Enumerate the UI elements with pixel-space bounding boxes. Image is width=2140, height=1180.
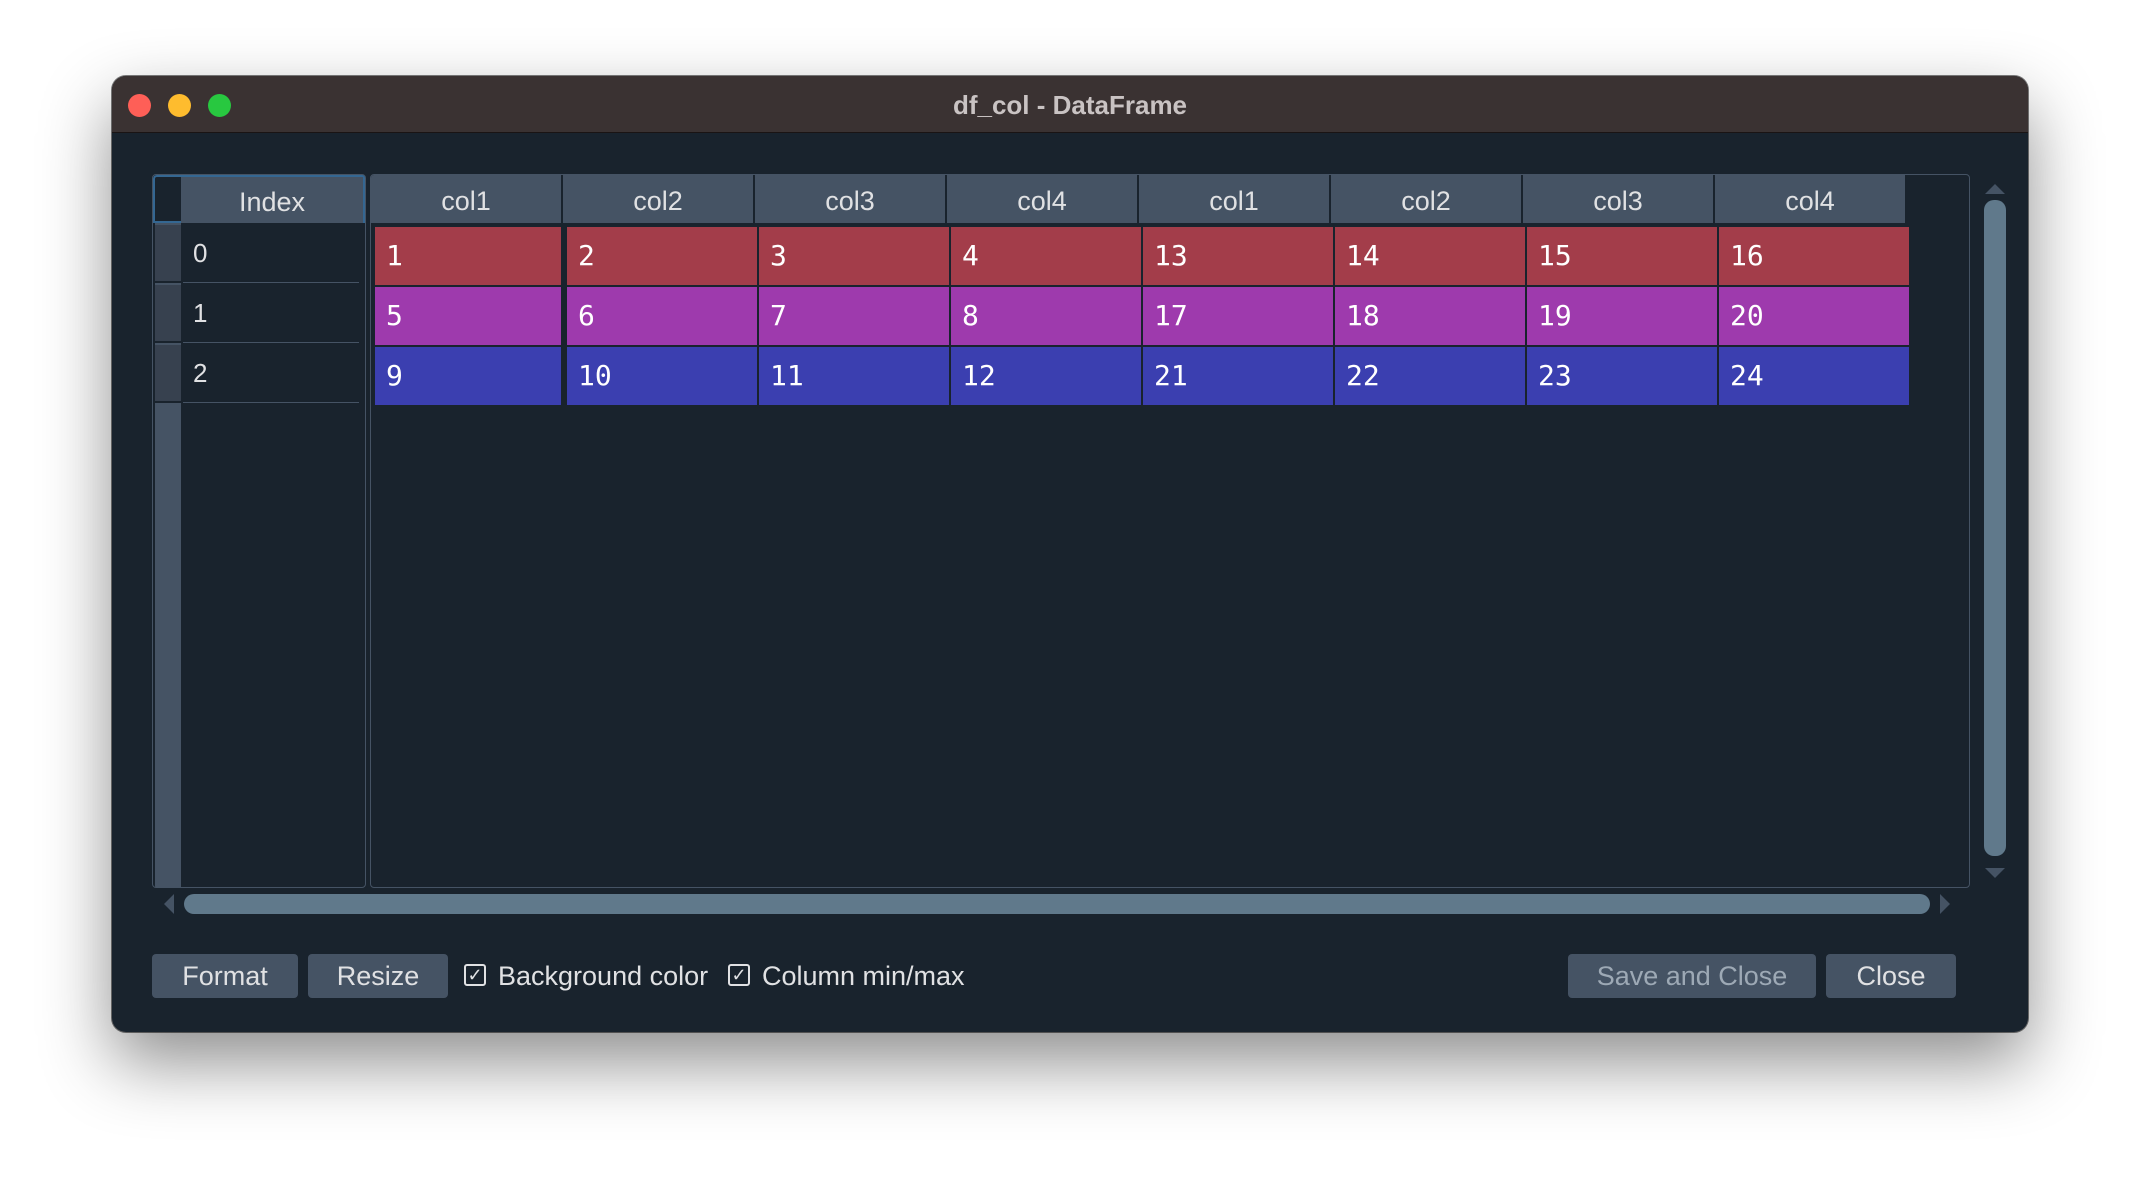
horizontal-scrollbar-thumb[interactable]	[184, 894, 1930, 914]
scroll-left-arrow-icon[interactable]	[164, 894, 174, 914]
index-header[interactable]: Index	[181, 175, 365, 223]
index-cell[interactable]: 0	[183, 223, 359, 283]
table-cell[interactable]: 6	[567, 287, 759, 345]
column-header[interactable]: col4	[947, 175, 1139, 223]
row-handle[interactable]	[155, 225, 181, 283]
column-minmax-label: Column min/max	[762, 961, 965, 991]
title-bar: df_col - DataFrame	[112, 76, 2028, 133]
window-title: df_col - DataFrame	[952, 90, 1188, 120]
table-cell[interactable]: 14	[1335, 227, 1527, 285]
corner-selector[interactable]	[153, 175, 181, 223]
table-cell[interactable]: 16	[1719, 227, 1911, 285]
row-handle-column	[155, 223, 181, 887]
table-cell[interactable]: 22	[1335, 347, 1527, 405]
table-cell[interactable]: 2	[567, 227, 759, 285]
table-cell[interactable]: 23	[1527, 347, 1719, 405]
dataframe-editor-window: df_col - DataFrame Index 0 1 2 col1 col2 c…	[112, 76, 2028, 1032]
background-color-checkbox[interactable]: ✓	[464, 964, 486, 986]
table-cell[interactable]: 9	[375, 347, 563, 405]
format-button[interactable]: Format	[152, 954, 298, 998]
column-header[interactable]: col1	[371, 175, 563, 223]
table-cell[interactable]: 4	[951, 227, 1143, 285]
table-cell[interactable]: 19	[1527, 287, 1719, 345]
column-header[interactable]: col1	[1139, 175, 1331, 223]
row-handle[interactable]	[155, 345, 181, 403]
column-header[interactable]: col2	[563, 175, 755, 223]
vertical-scrollbar-thumb[interactable]	[1984, 200, 2006, 856]
table-cell[interactable]: 20	[1719, 287, 1911, 345]
table-cell[interactable]: 11	[759, 347, 951, 405]
table-cell[interactable]: 8	[951, 287, 1143, 345]
close-button[interactable]: Close	[1826, 954, 1956, 998]
column-header[interactable]: col3	[755, 175, 947, 223]
scroll-down-arrow-icon[interactable]	[1985, 868, 2005, 878]
table-cell[interactable]: 15	[1527, 227, 1719, 285]
table-cell[interactable]: 18	[1335, 287, 1527, 345]
table-cell[interactable]: 17	[1143, 287, 1335, 345]
data-grid: col1 col2 col3 col4 col1 col2 col3 col4 1 2 3 4 13 14…	[370, 174, 1970, 888]
row-handle[interactable]	[155, 285, 181, 343]
table-cell[interactable]: 10	[567, 347, 759, 405]
background-color-label: Background color	[498, 961, 709, 991]
column-header[interactable]: col3	[1523, 175, 1715, 223]
column-header[interactable]: col2	[1331, 175, 1523, 223]
table-cell[interactable]: 1	[375, 227, 563, 285]
scroll-right-arrow-icon[interactable]	[1940, 894, 1950, 914]
index-panel: Index 0 1 2	[152, 174, 366, 888]
save-and-close-button[interactable]: Save and Close	[1568, 954, 1816, 998]
column-header[interactable]: col4	[1715, 175, 1907, 223]
index-cell[interactable]: 1	[183, 283, 359, 343]
table-cell[interactable]: 21	[1143, 347, 1335, 405]
column-minmax-checkbox[interactable]: ✓	[728, 964, 750, 986]
index-cell[interactable]: 2	[183, 343, 359, 403]
table-cell[interactable]: 7	[759, 287, 951, 345]
resize-button[interactable]: Resize	[308, 954, 448, 998]
table-cell[interactable]: 3	[759, 227, 951, 285]
table-cell[interactable]: 24	[1719, 347, 1911, 405]
table-cell[interactable]: 5	[375, 287, 563, 345]
scroll-up-arrow-icon[interactable]	[1985, 184, 2005, 194]
table-cell[interactable]: 13	[1143, 227, 1335, 285]
table-cell[interactable]: 12	[951, 347, 1143, 405]
